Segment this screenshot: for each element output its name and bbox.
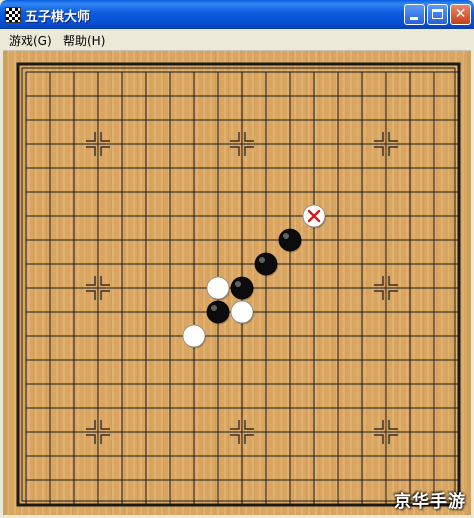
star-corner <box>244 434 254 444</box>
gomoku-window: 五子棋大师 ✕ 游戏(G) 帮助(H) 京华手游 <box>0 0 474 518</box>
white-stone <box>302 204 326 229</box>
white-stone <box>182 324 206 349</box>
star-corner <box>86 420 96 430</box>
minimize-icon <box>410 17 418 20</box>
star-corner <box>100 420 110 430</box>
white-stone <box>206 276 230 301</box>
star-corner <box>230 434 240 444</box>
stone-body <box>206 300 230 324</box>
stone-highlight <box>283 233 289 239</box>
watermark-text: 京华手游 <box>394 492 466 512</box>
stone-highlight <box>235 281 241 287</box>
black-stone <box>254 252 278 277</box>
star-corner <box>374 146 384 156</box>
star-corner <box>244 420 254 430</box>
stone-body <box>278 228 302 252</box>
star-corner <box>86 132 96 142</box>
stone-body <box>230 276 254 300</box>
stone-highlight <box>259 257 265 263</box>
title-bar[interactable]: 五子棋大师 ✕ <box>0 0 474 29</box>
menu-bar: 游戏(G) 帮助(H) <box>3 29 471 51</box>
star-corner <box>86 434 96 444</box>
star-corner <box>374 132 384 142</box>
star-corner <box>244 146 254 156</box>
star-corner <box>86 276 96 286</box>
star-corner <box>374 420 384 430</box>
star-corner <box>100 434 110 444</box>
star-corner <box>388 276 398 286</box>
stone-body <box>206 276 230 300</box>
star-corner <box>374 434 384 444</box>
star-corner <box>388 290 398 300</box>
maximize-button[interactable] <box>427 4 448 25</box>
minimize-button[interactable] <box>404 4 425 25</box>
star-corner <box>374 290 384 300</box>
menu-help[interactable]: 帮助(H) <box>63 32 105 49</box>
close-icon: ✕ <box>454 6 467 22</box>
star-corner <box>100 276 110 286</box>
stone-body <box>182 324 206 348</box>
menu-game[interactable]: 游戏(G) <box>9 32 52 49</box>
gomoku-board[interactable] <box>7 51 467 515</box>
star-corner <box>230 420 240 430</box>
black-stone <box>206 300 230 325</box>
star-corner <box>100 290 110 300</box>
star-corner <box>388 420 398 430</box>
star-corner <box>230 146 240 156</box>
gomoku-app-icon[interactable] <box>5 7 21 23</box>
black-stone <box>230 276 254 301</box>
star-corner <box>86 290 96 300</box>
close-button[interactable]: ✕ <box>450 4 471 25</box>
window-title: 五子棋大师 <box>25 10 91 25</box>
stone-body <box>254 252 278 276</box>
star-corner <box>374 276 384 286</box>
board-area[interactable] <box>3 51 471 515</box>
stone-highlight <box>211 305 217 311</box>
maximize-icon <box>432 9 443 19</box>
white-stone <box>230 300 254 325</box>
star-corner <box>388 434 398 444</box>
star-corner <box>388 146 398 156</box>
star-corner <box>388 132 398 142</box>
star-corner <box>244 132 254 142</box>
star-corner <box>100 132 110 142</box>
stones <box>182 204 326 349</box>
star-corner <box>100 146 110 156</box>
black-stone <box>278 228 302 253</box>
stone-body <box>230 300 254 324</box>
star-corner <box>230 132 240 142</box>
star-corner <box>86 146 96 156</box>
